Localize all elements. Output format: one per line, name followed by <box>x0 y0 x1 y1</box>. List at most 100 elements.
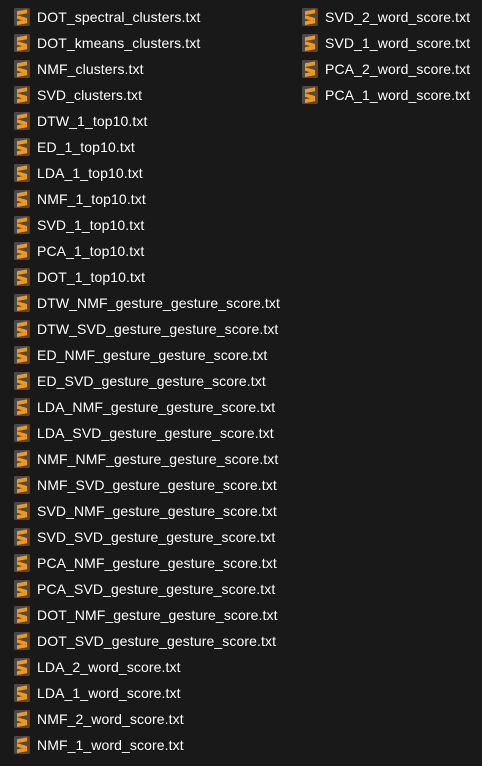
file-item[interactable]: NMF_2_word_score.txt <box>14 706 280 732</box>
sublime-text-file-icon <box>14 554 30 572</box>
sublime-text-file-icon <box>14 372 30 390</box>
file-name: SVD_clusters.txt <box>37 87 143 103</box>
sublime-text-file-icon <box>14 112 30 130</box>
sublime-text-file-icon <box>14 632 30 650</box>
file-item[interactable]: DTW_NMF_gesture_gesture_score.txt <box>14 290 280 316</box>
sublime-text-file-icon <box>14 710 30 728</box>
file-item[interactable]: ED_NMF_gesture_gesture_score.txt <box>14 342 280 368</box>
sublime-text-file-icon <box>14 528 30 546</box>
sublime-text-file-icon <box>302 86 318 104</box>
file-name: PCA_2_word_score.txt <box>325 61 471 77</box>
file-name: DTW_1_top10.txt <box>37 113 148 129</box>
file-name: SVD_SVD_gesture_gesture_score.txt <box>37 529 276 545</box>
sublime-text-file-icon <box>14 60 30 78</box>
file-name: NMF_SVD_gesture_gesture_score.txt <box>37 477 277 493</box>
file-item[interactable]: SVD_clusters.txt <box>14 82 280 108</box>
file-item[interactable]: DOT_spectral_clusters.txt <box>14 4 280 30</box>
sublime-text-file-icon <box>302 34 318 52</box>
file-item[interactable]: SVD_NMF_gesture_gesture_score.txt <box>14 498 280 524</box>
file-name: SVD_1_word_score.txt <box>325 35 471 51</box>
file-name: DOT_kmeans_clusters.txt <box>37 35 201 51</box>
file-name: SVD_1_top10.txt <box>37 217 145 233</box>
file-name: ED_1_top10.txt <box>37 139 135 155</box>
file-name: ED_SVD_gesture_gesture_score.txt <box>37 373 266 389</box>
sublime-text-file-icon <box>14 346 30 364</box>
file-item[interactable]: DOT_kmeans_clusters.txt <box>14 30 280 56</box>
file-item[interactable]: LDA_2_word_score.txt <box>14 654 280 680</box>
file-item[interactable]: SVD_SVD_gesture_gesture_score.txt <box>14 524 280 550</box>
file-name: DOT_spectral_clusters.txt <box>37 9 201 25</box>
file-item[interactable]: PCA_SVD_gesture_gesture_score.txt <box>14 576 280 602</box>
file-item[interactable]: NMF_1_word_score.txt <box>14 732 280 758</box>
sublime-text-file-icon <box>14 502 30 520</box>
sublime-text-file-icon <box>14 736 30 754</box>
file-name: PCA_SVD_gesture_gesture_score.txt <box>37 581 276 597</box>
sublime-text-file-icon <box>14 164 30 182</box>
file-item[interactable]: DOT_1_top10.txt <box>14 264 280 290</box>
file-item[interactable]: SVD_1_top10.txt <box>14 212 280 238</box>
file-name: DOT_NMF_gesture_gesture_score.txt <box>37 607 278 623</box>
sublime-text-file-icon <box>14 8 30 26</box>
file-item[interactable]: PCA_2_word_score.txt <box>302 56 470 82</box>
file-item[interactable]: LDA_SVD_gesture_gesture_score.txt <box>14 420 280 446</box>
sublime-text-file-icon <box>14 138 30 156</box>
file-item[interactable]: NMF_SVD_gesture_gesture_score.txt <box>14 472 280 498</box>
file-name: LDA_NMF_gesture_gesture_score.txt <box>37 399 276 415</box>
file-name: LDA_SVD_gesture_gesture_score.txt <box>37 425 274 441</box>
file-name: NMF_NMF_gesture_gesture_score.txt <box>37 451 279 467</box>
file-item[interactable]: PCA_1_top10.txt <box>14 238 280 264</box>
sublime-text-file-icon <box>302 8 318 26</box>
file-item[interactable]: ED_SVD_gesture_gesture_score.txt <box>14 368 280 394</box>
file-name: PCA_1_word_score.txt <box>325 87 471 103</box>
file-item[interactable]: LDA_1_top10.txt <box>14 160 280 186</box>
file-item[interactable]: SVD_2_word_score.txt <box>302 4 470 30</box>
sublime-text-file-icon <box>14 580 30 598</box>
sublime-text-file-icon <box>14 242 30 260</box>
sublime-text-file-icon <box>14 684 30 702</box>
file-column-right: SVD_2_word_score.txt SVD_1_word_score.txt… <box>302 4 470 108</box>
sublime-text-file-icon <box>14 424 30 442</box>
sublime-text-file-icon <box>14 398 30 416</box>
sublime-text-file-icon <box>14 606 30 624</box>
sublime-text-file-icon <box>14 320 30 338</box>
sublime-text-file-icon <box>14 86 30 104</box>
file-item[interactable]: DOT_NMF_gesture_gesture_score.txt <box>14 602 280 628</box>
file-item[interactable]: LDA_NMF_gesture_gesture_score.txt <box>14 394 280 420</box>
file-name: NMF_clusters.txt <box>37 61 144 77</box>
file-item[interactable]: SVD_1_word_score.txt <box>302 30 470 56</box>
file-name: SVD_2_word_score.txt <box>325 9 471 25</box>
file-item[interactable]: NMF_1_top10.txt <box>14 186 280 212</box>
sublime-text-file-icon <box>14 294 30 312</box>
file-name: ED_NMF_gesture_gesture_score.txt <box>37 347 268 363</box>
sublime-text-file-icon <box>14 268 30 286</box>
file-item[interactable]: ED_1_top10.txt <box>14 134 280 160</box>
file-name: DOT_SVD_gesture_gesture_score.txt <box>37 633 277 649</box>
file-column-left: DOT_spectral_clusters.txt DOT_kmeans_clus… <box>14 4 280 758</box>
file-name: DTW_NMF_gesture_gesture_score.txt <box>37 295 280 311</box>
file-name: LDA_1_word_score.txt <box>37 685 181 701</box>
sublime-text-file-icon <box>302 60 318 78</box>
file-name: LDA_2_word_score.txt <box>37 659 181 675</box>
file-item[interactable]: DTW_1_top10.txt <box>14 108 280 134</box>
file-item[interactable]: DTW_SVD_gesture_gesture_score.txt <box>14 316 280 342</box>
sublime-text-file-icon <box>14 190 30 208</box>
file-name: PCA_1_top10.txt <box>37 243 145 259</box>
file-name: NMF_2_word_score.txt <box>37 711 184 727</box>
sublime-text-file-icon <box>14 476 30 494</box>
file-item[interactable]: PCA_1_word_score.txt <box>302 82 470 108</box>
file-item[interactable]: NMF_clusters.txt <box>14 56 280 82</box>
file-item[interactable]: LDA_1_word_score.txt <box>14 680 280 706</box>
file-name: DTW_SVD_gesture_gesture_score.txt <box>37 321 279 337</box>
file-name: NMF_1_word_score.txt <box>37 737 184 753</box>
file-item[interactable]: NMF_NMF_gesture_gesture_score.txt <box>14 446 280 472</box>
file-name: DOT_1_top10.txt <box>37 269 146 285</box>
file-name: NMF_1_top10.txt <box>37 191 146 207</box>
file-item[interactable]: PCA_NMF_gesture_gesture_score.txt <box>14 550 280 576</box>
sublime-text-file-icon <box>14 658 30 676</box>
sublime-text-file-icon <box>14 34 30 52</box>
file-name: LDA_1_top10.txt <box>37 165 143 181</box>
file-item[interactable]: DOT_SVD_gesture_gesture_score.txt <box>14 628 280 654</box>
file-name: SVD_NMF_gesture_gesture_score.txt <box>37 503 277 519</box>
file-name: PCA_NMF_gesture_gesture_score.txt <box>37 555 277 571</box>
sublime-text-file-icon <box>14 216 30 234</box>
